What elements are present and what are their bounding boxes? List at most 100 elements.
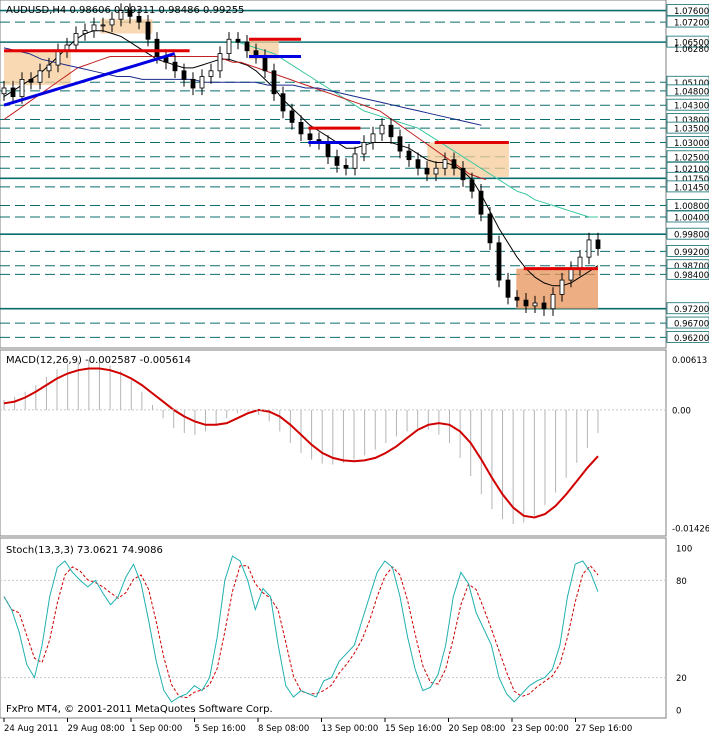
candle-body	[487, 213, 493, 244]
candle-body	[568, 268, 574, 281]
candle-body	[73, 33, 79, 46]
price-tick-label: 1.03000	[674, 139, 709, 149]
time-tick-label: 23 Sep 00:00	[512, 724, 569, 734]
price-zone	[100, 19, 153, 34]
time-tick-label: 1 Sep 00:00	[131, 724, 182, 734]
candle-body	[415, 159, 421, 169]
candle-body	[586, 239, 592, 258]
stoch-title: Stoch(13,3,3) 73.0621 74.9086	[6, 545, 163, 556]
candle-body	[1, 87, 7, 95]
candle-body	[370, 133, 376, 143]
candle-body	[442, 159, 448, 169]
candle-body	[37, 70, 43, 83]
price-tick-label: 1.03500	[674, 125, 709, 135]
candle-body	[10, 87, 16, 97]
candle-body	[190, 79, 196, 89]
price-zone	[516, 268, 598, 309]
candle-body	[226, 38, 232, 54]
symbol-title: AUDUSD,H4 0.98606 0.99311 0.98486 0.9925…	[6, 5, 244, 16]
candle-body	[361, 142, 367, 155]
candle-body	[505, 279, 511, 298]
candle-body	[181, 70, 187, 80]
candle-body	[433, 167, 439, 175]
stoch-tick-label: 20	[676, 674, 687, 684]
price-tick-label: 0.96200	[674, 334, 709, 344]
candle-body	[244, 41, 250, 52]
candle-body	[271, 70, 277, 95]
candle-body	[217, 53, 223, 72]
time-tick-label: 15 Sep 16:00	[385, 724, 442, 734]
stoch-tick-label: 0	[676, 707, 681, 717]
price-tick-label: 1.04800	[674, 87, 709, 97]
candle-body	[46, 64, 52, 72]
candle-body	[307, 133, 313, 141]
candle-body	[100, 24, 106, 27]
candle-body	[559, 279, 565, 295]
price-tick-label: 1.06280	[674, 45, 709, 55]
time-tick-label: 29 Aug 08:00	[68, 724, 125, 734]
candle-body	[145, 21, 151, 40]
candle-body	[199, 76, 205, 89]
candle-body	[172, 61, 178, 72]
candle-body	[82, 30, 88, 34]
time-tick-label: 5 Sep 16:00	[195, 724, 246, 734]
price-tick-label: 0.96700	[674, 320, 709, 330]
candle-body	[406, 150, 412, 161]
stoch-tick-label: 100	[676, 545, 692, 555]
candle-body	[424, 167, 430, 175]
candle-body	[19, 79, 25, 98]
candle-body	[28, 79, 34, 83]
candle-body	[379, 124, 385, 135]
price-tick-label: 1.07200	[674, 19, 709, 29]
price-tick-label: 1.01450	[674, 183, 709, 193]
price-tick-label: 1.00800	[674, 202, 709, 212]
chart-background	[0, 0, 709, 734]
candle-body	[541, 302, 547, 310]
candle-body	[451, 159, 457, 169]
candle-body	[550, 293, 556, 310]
candle-body	[298, 122, 304, 135]
time-tick-label: 27 Sep 16:00	[576, 724, 633, 734]
price-tick-label: 1.00400	[674, 214, 709, 224]
macd-title: MACD(12,26,9) -0.002587 -0.005614	[6, 355, 191, 366]
time-tick-label: 13 Sep 00:00	[322, 724, 379, 734]
candle-body	[289, 110, 295, 123]
chart-canvas: AUDUSD,H4 0.98606 0.99311 0.98486 0.9925…	[0, 0, 709, 734]
candle-body	[91, 24, 97, 32]
candle-body	[523, 299, 529, 307]
candle-body	[343, 164, 349, 169]
candle-body	[136, 15, 142, 23]
macd-tick-label: -0.01426	[672, 524, 709, 534]
stoch-tick-label: 80	[676, 577, 687, 587]
candle-body	[577, 256, 583, 269]
candle-body	[154, 38, 160, 57]
candle-body	[235, 38, 241, 43]
footer-copyright: FxPro MT4, © 2001-2011 MetaQuotes Softwa…	[6, 704, 273, 715]
candle-body	[208, 70, 214, 77]
candle-body	[325, 142, 331, 158]
candle-body	[55, 50, 61, 66]
macd-tick-label: 0.00613	[672, 356, 707, 366]
time-tick-label: 8 Sep 08:00	[258, 724, 309, 734]
candle-body	[397, 136, 403, 152]
candle-body	[460, 167, 466, 181]
price-tick-label: 1.02500	[674, 153, 709, 163]
price-tick-label: 1.04300	[674, 102, 709, 112]
candle-body	[109, 18, 115, 26]
candle-body	[469, 179, 475, 192]
candle-body	[334, 156, 340, 166]
candle-body	[280, 93, 286, 112]
candle-body	[514, 296, 520, 301]
candle-body	[478, 190, 484, 215]
price-tick-label: 1.07600	[674, 7, 709, 17]
price-tick-label: 0.97200	[674, 305, 709, 315]
candle-body	[262, 56, 268, 72]
candle-body	[352, 153, 358, 169]
candle-body	[388, 124, 394, 138]
macd-tick-label: 0.00	[672, 406, 691, 416]
time-tick-label: 20 Sep 08:00	[449, 724, 506, 734]
price-tick-label: 0.99200	[674, 248, 709, 258]
candle-body	[496, 242, 502, 281]
time-tick-label: 24 Aug 2011	[4, 724, 58, 734]
candle-body	[595, 239, 601, 249]
